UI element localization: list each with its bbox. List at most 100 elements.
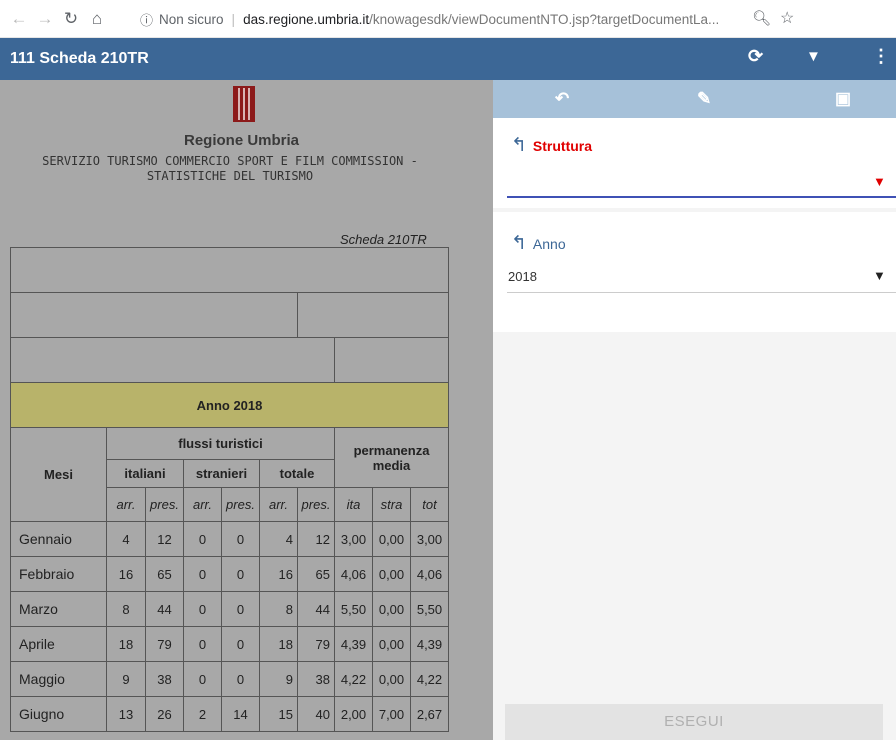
table-row: Febbraio 16 65 0 0 16 65 4,06 0,00 4,06 bbox=[10, 556, 449, 592]
value-cell: 0 bbox=[183, 556, 222, 592]
reload-icon[interactable]: ↻ bbox=[58, 9, 84, 29]
zoom-icon[interactable]: 🔍︎ bbox=[752, 9, 771, 27]
page-title: 111 Scheda 210TR bbox=[10, 50, 149, 67]
reset-back-icon[interactable]: ↰ bbox=[511, 134, 527, 157]
filter-struttura[interactable]: ↰ Struttura ▼ bbox=[493, 118, 896, 208]
parameters-panel: ↶ ✎ ▣ ↰ Struttura ▼ ↰ Anno 2018 ▼ ESEGUI bbox=[493, 80, 896, 740]
value-cell: 15 bbox=[259, 696, 298, 732]
value-cell: 9 bbox=[259, 661, 298, 697]
filter-struttura-label: ↰ Struttura bbox=[511, 134, 592, 157]
table-row: Aprile 18 79 0 0 18 79 4,39 0,00 4,39 bbox=[10, 626, 449, 662]
address-bar[interactable]: ⓘ Non sicuro | das.regione.umbria.it /kn… bbox=[140, 5, 800, 33]
value-cell: 0 bbox=[183, 591, 222, 627]
value-cell: 7,00 bbox=[372, 696, 411, 732]
more-vertical-icon[interactable]: ⋮ bbox=[872, 46, 890, 67]
value-cell: 16 bbox=[106, 556, 146, 592]
back-arrow-icon[interactable]: ← bbox=[6, 9, 32, 29]
value-cell: 18 bbox=[106, 626, 146, 662]
month-cell: Febbraio bbox=[10, 556, 107, 592]
col-ita: ita bbox=[334, 487, 373, 522]
esegui-button[interactable]: ESEGUI bbox=[505, 704, 883, 740]
filter-anno-label: ↰ Anno bbox=[511, 232, 566, 255]
security-status: Non sicuro bbox=[159, 11, 224, 27]
value-cell: 0 bbox=[183, 661, 222, 697]
month-cell: Marzo bbox=[10, 591, 107, 627]
value-cell: 65 bbox=[297, 556, 335, 592]
col-stra: stra bbox=[372, 487, 411, 522]
value-cell: 0,00 bbox=[372, 626, 411, 662]
refresh-icon[interactable]: ⟳ bbox=[748, 46, 763, 67]
chevron-down-icon[interactable]: ▼ bbox=[873, 268, 886, 283]
value-cell: 79 bbox=[145, 626, 184, 662]
col-mesi: Mesi bbox=[10, 427, 107, 522]
value-cell: 40 bbox=[297, 696, 335, 732]
info-circle-icon[interactable]: ⓘ bbox=[140, 10, 153, 29]
value-cell: 3,00 bbox=[410, 521, 449, 557]
address-separator: | bbox=[231, 11, 236, 27]
value-cell: 3,00 bbox=[334, 521, 373, 557]
chevron-down-icon[interactable]: ▼ bbox=[873, 174, 886, 189]
permanenza-line-2: media bbox=[372, 457, 411, 473]
regione-logo bbox=[233, 86, 255, 122]
col-arr: arr. bbox=[259, 487, 298, 522]
col-arr: arr. bbox=[106, 487, 146, 522]
col-permanenza: permanenza media bbox=[334, 427, 449, 488]
filter-anno[interactable]: ↰ Anno 2018 ▼ bbox=[493, 212, 896, 332]
struttura-underline bbox=[507, 196, 896, 198]
value-cell: 12 bbox=[145, 521, 184, 557]
value-cell: 0 bbox=[221, 626, 260, 662]
blank-row-3 bbox=[10, 337, 449, 383]
organization-name: Regione Umbria bbox=[183, 132, 300, 149]
value-cell: 5,50 bbox=[410, 591, 449, 627]
value-cell: 4,39 bbox=[334, 626, 373, 662]
url-host: das.regione.umbria.it bbox=[243, 11, 370, 27]
value-cell: 18 bbox=[259, 626, 298, 662]
value-cell: 4 bbox=[106, 521, 146, 557]
document-viewer: Regione Umbria SERVIZIO TURISMO COMMERCI… bbox=[0, 80, 493, 740]
anno-select-value[interactable]: 2018 bbox=[508, 269, 537, 284]
table-row: Maggio 9 38 0 0 9 38 4,22 0,00 4,22 bbox=[10, 661, 449, 697]
col-italiani: italiani bbox=[106, 459, 184, 488]
scheda-code: Scheda 210TR bbox=[340, 232, 427, 247]
table-row: Gennaio 4 12 0 0 4 12 3,00 0,00 3,00 bbox=[10, 521, 449, 557]
anno-underline bbox=[507, 292, 896, 293]
value-cell: 0,00 bbox=[372, 591, 411, 627]
value-cell: 0 bbox=[221, 556, 260, 592]
bookmark-star-icon[interactable]: ☆ bbox=[780, 8, 794, 28]
value-cell: 5,50 bbox=[334, 591, 373, 627]
service-line-1: SERVIZIO TURISMO COMMERCIO SPORT E FILM … bbox=[42, 154, 418, 168]
save-icon[interactable]: ▣ bbox=[835, 89, 851, 109]
value-cell: 2 bbox=[183, 696, 222, 732]
value-cell: 4 bbox=[259, 521, 298, 557]
home-icon[interactable]: ⌂ bbox=[84, 9, 110, 29]
reset-back-icon[interactable]: ↰ bbox=[511, 232, 527, 255]
col-pres: pres. bbox=[221, 487, 260, 522]
month-cell: Gennaio bbox=[10, 521, 107, 557]
col-flussi: flussi turistici bbox=[106, 427, 335, 460]
filter-icon[interactable]: ▼ bbox=[806, 48, 821, 65]
col-tot: tot bbox=[410, 487, 449, 522]
value-cell: 8 bbox=[259, 591, 298, 627]
value-cell: 4,39 bbox=[410, 626, 449, 662]
col-pres: pres. bbox=[297, 487, 335, 522]
edit-pencil-icon[interactable]: ✎ bbox=[697, 89, 711, 109]
blank-row-2 bbox=[10, 292, 449, 338]
forward-arrow-icon[interactable]: → bbox=[32, 9, 58, 29]
undo-icon[interactable]: ↶ bbox=[555, 89, 569, 109]
col-pres: pres. bbox=[145, 487, 184, 522]
anno-title: Anno 2018 bbox=[10, 382, 449, 428]
value-cell: 44 bbox=[297, 591, 335, 627]
value-cell: 0 bbox=[183, 626, 222, 662]
value-cell: 9 bbox=[106, 661, 146, 697]
anno-label-text: Anno bbox=[532, 235, 566, 252]
col-arr: arr. bbox=[183, 487, 222, 522]
value-cell: 16 bbox=[259, 556, 298, 592]
value-cell: 44 bbox=[145, 591, 184, 627]
panel-toolbar: ↶ ✎ ▣ bbox=[493, 80, 896, 118]
service-line-2: STATISTICHE DEL TURISMO bbox=[146, 169, 314, 183]
table-row: Giugno 13 26 2 14 15 40 2,00 7,00 2,67 bbox=[10, 696, 449, 732]
value-cell: 0,00 bbox=[372, 521, 411, 557]
report-table: Anno 2018 Mesi flussi turistici permanen… bbox=[10, 247, 449, 732]
blank-row-1 bbox=[10, 247, 449, 293]
value-cell: 14 bbox=[221, 696, 260, 732]
